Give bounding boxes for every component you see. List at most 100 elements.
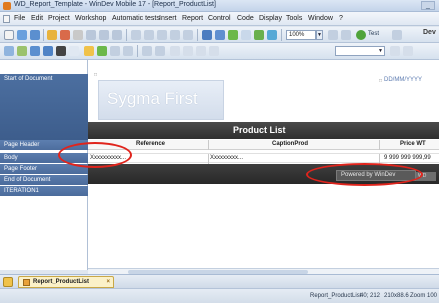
title-bar: WD_Report_Template - WinDev Mobile 17 - … — [0, 0, 439, 12]
underline-icon[interactable] — [196, 46, 206, 56]
menu-automatic-tests[interactable]: Automatic tests — [112, 15, 160, 22]
report-icon[interactable] — [4, 46, 14, 56]
menu-insert[interactable]: Insert — [159, 15, 177, 22]
column-header-caption[interactable]: CaptionProd — [272, 141, 308, 147]
home-icon[interactable] — [3, 277, 13, 287]
application-window: WD_Report_Template - WinDev Mobile 17 - … — [0, 0, 439, 303]
compile-icon[interactable] — [254, 30, 264, 40]
line-icon[interactable] — [123, 46, 133, 56]
highlight-ellipse — [58, 142, 132, 168]
toolbar-separator — [43, 29, 44, 41]
layers-icon[interactable] — [183, 30, 193, 40]
align-right-icon[interactable] — [157, 30, 167, 40]
folder-icon[interactable] — [47, 30, 57, 40]
menu-code[interactable]: Code — [237, 15, 254, 22]
app-icon — [3, 2, 11, 10]
column-header-price[interactable]: Price WT — [400, 141, 426, 147]
options-icon[interactable] — [392, 30, 402, 40]
image-icon[interactable] — [84, 46, 94, 56]
document-tab-bar: Report_ProductList × — [0, 274, 439, 288]
cut-icon[interactable] — [86, 30, 96, 40]
chevron-down-icon[interactable]: ▼ — [316, 30, 323, 40]
tab-report-productlist[interactable]: Report_ProductList × — [18, 276, 114, 288]
page-header-band[interactable]: Product List — [88, 122, 439, 139]
table-row[interactable]: Xxxxxxxxxx... Xxxxxxxxx... 9 999 999 999… — [88, 153, 439, 164]
save-icon[interactable] — [30, 30, 40, 40]
zoom-combo[interactable]: 100% — [286, 30, 316, 40]
zoom-in-icon[interactable] — [328, 30, 338, 40]
header-image[interactable]: Sygma First — [98, 80, 224, 120]
go-icon[interactable] — [356, 30, 366, 40]
report-header-title: Sygma First — [107, 89, 198, 108]
status-position: 40; 212 — [360, 293, 381, 299]
section-iteration[interactable]: ITERATION1 — [0, 186, 88, 196]
open-icon[interactable] — [17, 30, 27, 40]
cell-caption[interactable]: Xxxxxxxxx... — [210, 155, 243, 161]
table-icon[interactable] — [43, 46, 53, 56]
menu-file[interactable]: File — [14, 15, 25, 22]
font-size-icon[interactable] — [390, 46, 400, 56]
menu-help[interactable]: ? — [339, 15, 343, 22]
grid-icon[interactable] — [170, 30, 180, 40]
zoom-out-icon[interactable] — [341, 30, 351, 40]
status-report-name: Report_ProductList — [310, 293, 362, 299]
tree-icon[interactable] — [215, 30, 225, 40]
new-icon[interactable] — [4, 30, 14, 40]
menu-window[interactable]: Window — [308, 15, 333, 22]
cell-price[interactable]: 9 999 999 999,99 — [384, 155, 431, 161]
toolbar-separator — [197, 29, 198, 41]
calc-icon[interactable] — [155, 46, 165, 56]
menu-display[interactable]: Display — [259, 15, 282, 22]
menu-control[interactable]: Control — [208, 15, 231, 22]
window-title: WD_Report_Template - WinDev Mobile 17 - … — [14, 1, 216, 8]
italic-icon[interactable] — [183, 46, 193, 56]
anchor-marker: □ — [379, 78, 383, 84]
column-divider — [379, 140, 380, 150]
window-icon[interactable] — [30, 46, 40, 56]
menu-project[interactable]: Project — [48, 15, 70, 22]
shape-icon[interactable] — [110, 46, 120, 56]
main-toolbar: 100% ▼ Test — [0, 27, 439, 43]
undo-icon[interactable] — [60, 30, 70, 40]
chevron-down-icon[interactable]: ▼ — [377, 47, 384, 55]
menu-edit[interactable]: Edit — [31, 15, 43, 22]
menu-report[interactable]: Report — [182, 15, 203, 22]
highlight-ellipse — [306, 163, 423, 186]
test-button-label[interactable]: Test — [368, 31, 379, 37]
text-align-icon[interactable] — [403, 46, 413, 56]
chart-icon[interactable] — [97, 46, 107, 56]
column-header-reference[interactable]: Reference — [136, 141, 165, 147]
report-icon — [23, 279, 30, 286]
align-left-icon[interactable] — [131, 30, 141, 40]
code-icon[interactable] — [228, 30, 238, 40]
paste-icon[interactable] — [112, 30, 122, 40]
font-combo[interactable]: ▼ — [335, 46, 385, 56]
section-start-of-document[interactable]: Start of Document — [0, 74, 88, 140]
menu-tools[interactable]: Tools — [286, 15, 302, 22]
text-icon[interactable] — [142, 46, 152, 56]
toolbar-separator — [137, 45, 138, 57]
barcode-icon[interactable] — [56, 46, 66, 56]
list-title: Product List — [233, 125, 286, 135]
column-divider — [208, 154, 209, 164]
menu-workshop[interactable]: Workshop — [75, 15, 106, 22]
redo-icon[interactable] — [73, 30, 83, 40]
section-end-of-document[interactable]: End of Document — [0, 175, 88, 185]
find-icon[interactable] — [202, 30, 212, 40]
bold-icon[interactable] — [170, 46, 180, 56]
align-center-icon[interactable] — [144, 30, 154, 40]
deploy-icon[interactable] — [267, 30, 277, 40]
font-color-icon[interactable] — [209, 46, 219, 56]
anchor-marker: □ — [94, 72, 98, 78]
analysis-icon[interactable] — [241, 30, 251, 40]
status-size: 210x88.6 — [384, 293, 409, 299]
toolbar-separator — [281, 29, 282, 41]
column-divider — [208, 140, 209, 150]
minimize-button[interactable]: _ — [421, 1, 435, 10]
query-icon[interactable] — [17, 46, 27, 56]
close-icon[interactable]: × — [106, 277, 110, 287]
label-icon[interactable] — [69, 46, 79, 56]
copy-icon[interactable] — [99, 30, 109, 40]
status-bar: Report_ProductList 40; 212 210x88.6 Zoom… — [0, 288, 439, 303]
date-field[interactable]: DD/MM/YYYY — [384, 77, 422, 83]
